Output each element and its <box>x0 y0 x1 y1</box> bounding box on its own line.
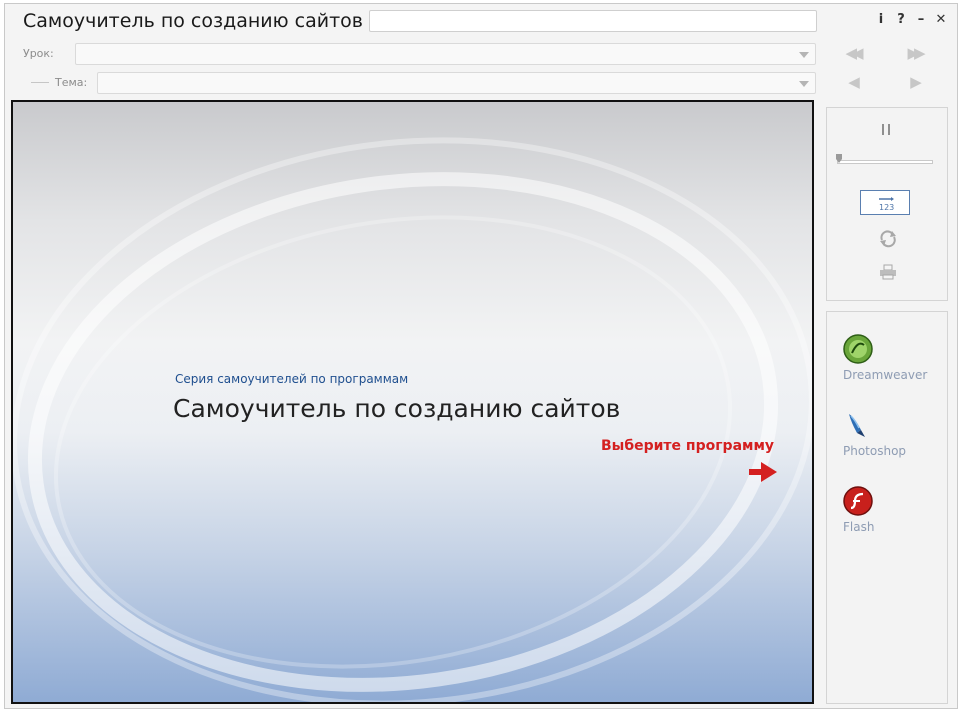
chevron-down-icon <box>799 81 809 87</box>
photoshop-icon <box>849 414 865 437</box>
subtitles-icon: 123 <box>879 197 894 212</box>
lesson-row: Урок: ◀◀ ▶▶ <box>11 41 949 67</box>
help-button[interactable]: ? <box>895 10 907 30</box>
dreamweaver-icon <box>843 334 873 364</box>
next-lesson-button[interactable]: ▶▶ <box>901 42 927 64</box>
topic-row: Тема: ◀ ▶ <box>11 70 949 96</box>
pause-button[interactable] <box>879 122 895 140</box>
topic-label: Тема: <box>55 76 88 89</box>
app-window: Самоучитель по созданию сайтов i ? – ✕ У… <box>4 3 958 709</box>
subtitles-button[interactable]: 123 <box>860 190 910 215</box>
tree-connector <box>31 82 49 83</box>
minimize-button[interactable]: – <box>915 10 927 30</box>
double-arrow-right-icon: ▶▶ <box>907 44 925 62</box>
lesson-label: Урок: <box>23 47 54 60</box>
arrow-left-icon: ◀ <box>848 73 860 91</box>
info-button[interactable]: i <box>875 10 887 30</box>
lesson-select[interactable] <box>75 43 816 65</box>
playback-controls-panel: 123 <box>826 107 948 301</box>
course-title: Самоучитель по созданию сайтов <box>173 394 621 423</box>
svg-text:123: 123 <box>879 203 894 212</box>
prev-topic-button[interactable]: ◀ <box>841 71 867 93</box>
chevron-down-icon <box>799 52 809 58</box>
arrow-right-icon: ▶ <box>910 73 922 91</box>
red-arrow-right-icon <box>749 462 777 482</box>
next-topic-button[interactable]: ▶ <box>903 71 929 93</box>
repeat-icon[interactable] <box>877 228 899 248</box>
prev-lesson-button[interactable]: ◀◀ <box>839 42 865 64</box>
program-label: Flash <box>843 520 875 534</box>
flash-icon <box>843 486 873 516</box>
window-title: Самоучитель по созданию сайтов <box>23 10 363 32</box>
print-icon[interactable] <box>879 264 897 280</box>
program-label: Photoshop <box>843 444 907 458</box>
close-button[interactable]: ✕ <box>935 10 947 30</box>
topic-select[interactable] <box>97 72 816 94</box>
window-controls: i ? – ✕ <box>875 10 947 30</box>
choose-program-prompt: Выберите программу <box>601 438 775 454</box>
pause-icon-bar <box>888 124 890 135</box>
series-subtitle: Серия самоучителей по программам <box>175 372 409 386</box>
playback-slider[interactable] <box>837 160 933 164</box>
program-label: Dreamweaver <box>843 368 928 382</box>
programs-panel: Dreamweaver Photoshop Flash <box>826 311 948 704</box>
slider-handle[interactable] <box>836 154 842 163</box>
pause-icon <box>882 124 884 135</box>
double-arrow-left-icon: ◀◀ <box>845 44 863 62</box>
title-search-field[interactable] <box>369 10 817 32</box>
lesson-viewer[interactable]: Серия самоучителей по программам Самоучи… <box>11 100 814 704</box>
title-bar: Самоучитель по созданию сайтов i ? – ✕ <box>5 4 957 40</box>
